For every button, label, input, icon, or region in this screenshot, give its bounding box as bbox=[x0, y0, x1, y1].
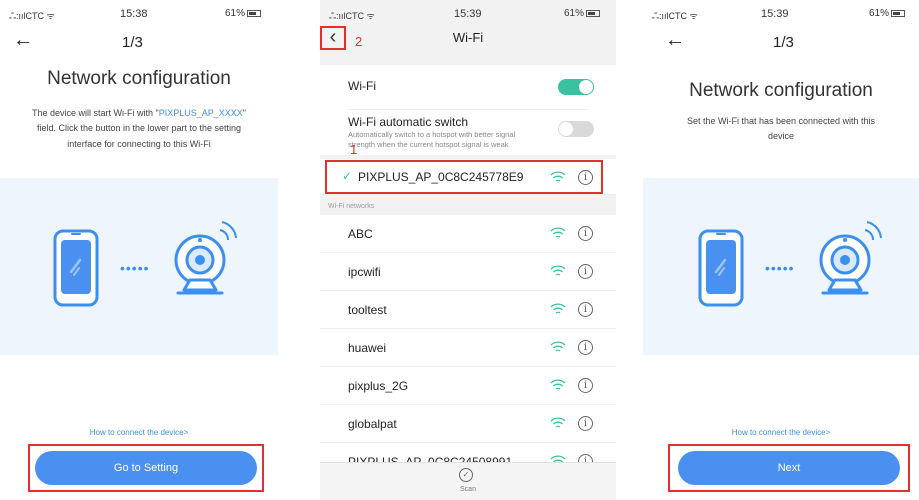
battery-percent: 61% bbox=[225, 8, 246, 19]
instruction-line-1: The device will start Wi-Fi with "PIXPLU… bbox=[14, 106, 264, 121]
divider bbox=[348, 109, 588, 110]
highlight-box bbox=[325, 160, 603, 194]
instruction-line-2: device bbox=[767, 131, 794, 142]
camera-icon bbox=[174, 221, 237, 295]
connection-dots: ••••• bbox=[120, 260, 150, 276]
how-to-connect-link[interactable]: How to connect the device> bbox=[643, 428, 919, 437]
status-time: 15:39 bbox=[454, 8, 482, 20]
info-icon[interactable]: i bbox=[578, 416, 593, 431]
scan-label[interactable]: Scan bbox=[320, 486, 616, 493]
instruction-line-2: field. Click the button in the lower par… bbox=[36, 123, 242, 134]
network-row[interactable]: ipcwifi i bbox=[320, 253, 616, 291]
scan-icon[interactable]: ✓ bbox=[459, 468, 473, 482]
illustration-panel: ••••• bbox=[0, 178, 278, 355]
illustration-panel: ••••• bbox=[643, 178, 919, 355]
phone-icon bbox=[53, 229, 99, 307]
go-to-setting-button[interactable]: Go to Setting bbox=[35, 451, 257, 485]
info-icon[interactable]: i bbox=[578, 340, 593, 355]
page-title: Network configuration bbox=[689, 80, 873, 101]
page-title: Network configuration bbox=[47, 68, 231, 89]
bottom-toolbar: ✓ Scan bbox=[320, 462, 616, 500]
network-name: pixplus_2G bbox=[348, 379, 409, 393]
how-to-connect-link[interactable]: How to connect the device> bbox=[0, 428, 278, 437]
connection-dots: ••••• bbox=[765, 260, 795, 276]
wifi-networks-header: Wi-Fi networks bbox=[320, 199, 616, 215]
camera-icon bbox=[819, 221, 882, 295]
auto-switch-toggle[interactable] bbox=[558, 121, 594, 137]
battery-percent: 61% bbox=[564, 8, 585, 19]
auto-switch-title: Wi-Fi automatic switch bbox=[348, 115, 469, 129]
battery-status: 61% bbox=[564, 8, 601, 19]
status-bar: ஃ:ıılCTC ᯤ 15:39 61% bbox=[643, 0, 919, 26]
carrier-signal: ஃ:ıılCTC ᯤ bbox=[9, 11, 55, 21]
network-row[interactable]: huawei i bbox=[320, 329, 616, 367]
screen-network-configuration-2: ஃ:ıılCTC ᯤ 15:39 61% ← 1/3 Network confi… bbox=[643, 0, 919, 500]
battery-status: 61% bbox=[225, 8, 262, 19]
instruction-text: Set the Wi-Fi that has been connected wi… bbox=[673, 114, 889, 145]
wifi-signal-icon bbox=[550, 303, 566, 314]
instruction-text-part: The device will start Wi-Fi with " bbox=[32, 108, 159, 118]
status-bar: ஃ:ıılCTC ᯤ 15:39 61% bbox=[320, 0, 616, 26]
network-name: huawei bbox=[348, 341, 387, 355]
carrier-signal: ஃ:ıılCTC ᯤ bbox=[652, 11, 698, 21]
step-indicator: 1/3 bbox=[122, 34, 143, 51]
battery-icon bbox=[586, 9, 601, 17]
back-arrow-icon[interactable]: ← bbox=[665, 30, 685, 50]
status-time: 15:38 bbox=[120, 8, 148, 20]
status-time: 15:39 bbox=[761, 8, 789, 20]
battery-icon bbox=[891, 9, 906, 17]
phone-icon bbox=[698, 229, 744, 307]
step-indicator: 1/3 bbox=[773, 34, 794, 51]
instruction-line-3: interface for connecting to this Wi-Fi bbox=[67, 138, 211, 149]
network-row[interactable]: tooltest i bbox=[320, 291, 616, 329]
toggle-knob bbox=[559, 122, 573, 136]
battery-percent: 61% bbox=[869, 8, 890, 19]
wifi-signal-icon bbox=[550, 227, 566, 238]
nav-title: Wi-Fi bbox=[452, 30, 484, 45]
next-button[interactable]: Next bbox=[678, 451, 900, 485]
back-arrow-icon[interactable]: ← bbox=[13, 30, 33, 50]
instruction-text-part: " bbox=[242, 108, 246, 118]
wifi-label: Wi-Fi bbox=[348, 79, 376, 93]
toggle-knob bbox=[579, 80, 593, 94]
ap-name-highlight: PIXPLUS_AP_XXXX bbox=[158, 108, 243, 118]
auto-switch-desc-line: Automatically switch to a hotspot with b… bbox=[348, 130, 516, 139]
screen-wifi-settings: ஃ:ıılCTC ᯤ 15:39 61% ‹ 2 Wi-Fi Wi-Fi Wi-… bbox=[320, 0, 616, 500]
wifi-toggle[interactable] bbox=[558, 79, 594, 95]
network-row[interactable]: pixplus_2G i bbox=[320, 367, 616, 405]
info-icon[interactable]: i bbox=[578, 378, 593, 393]
wifi-settings-panel: Wi-Fi Wi-Fi automatic switch Automatical… bbox=[320, 65, 616, 155]
auto-switch-desc-line: strength when the current hotspot signal… bbox=[348, 139, 509, 149]
network-name: globalpat bbox=[348, 417, 397, 431]
battery-status: 61% bbox=[869, 8, 906, 19]
wifi-signal-icon bbox=[550, 379, 566, 390]
instruction-text: The device will start Wi-Fi with "PIXPLU… bbox=[14, 106, 264, 152]
carrier-signal: ஃ:ıılCTC ᯤ bbox=[329, 11, 375, 21]
wifi-signal-icon bbox=[550, 265, 566, 276]
network-row[interactable]: ABC i bbox=[320, 215, 616, 253]
battery-icon bbox=[247, 9, 262, 17]
instruction-line-1: Set the Wi-Fi that has been connected wi… bbox=[686, 116, 876, 126]
wifi-signal-icon bbox=[550, 341, 566, 352]
step-label-1: 1 bbox=[350, 142, 358, 157]
network-name: ABC bbox=[348, 227, 373, 241]
network-name: ipcwifi bbox=[348, 265, 381, 279]
info-icon[interactable]: i bbox=[578, 264, 593, 279]
info-icon[interactable]: i bbox=[578, 302, 593, 317]
network-name: tooltest bbox=[348, 303, 387, 317]
screen-network-configuration-1: ஃ:ıılCTC ᯤ 15:38 61% ← 1/3 Network confi… bbox=[0, 0, 278, 500]
info-icon[interactable]: i bbox=[578, 226, 593, 241]
wifi-signal-icon bbox=[550, 417, 566, 428]
status-bar: ஃ:ıılCTC ᯤ 15:38 61% bbox=[0, 0, 278, 26]
auto-switch-description: Automatically switch to a hotspot with b… bbox=[348, 130, 515, 150]
network-row[interactable]: globalpat i bbox=[320, 405, 616, 443]
